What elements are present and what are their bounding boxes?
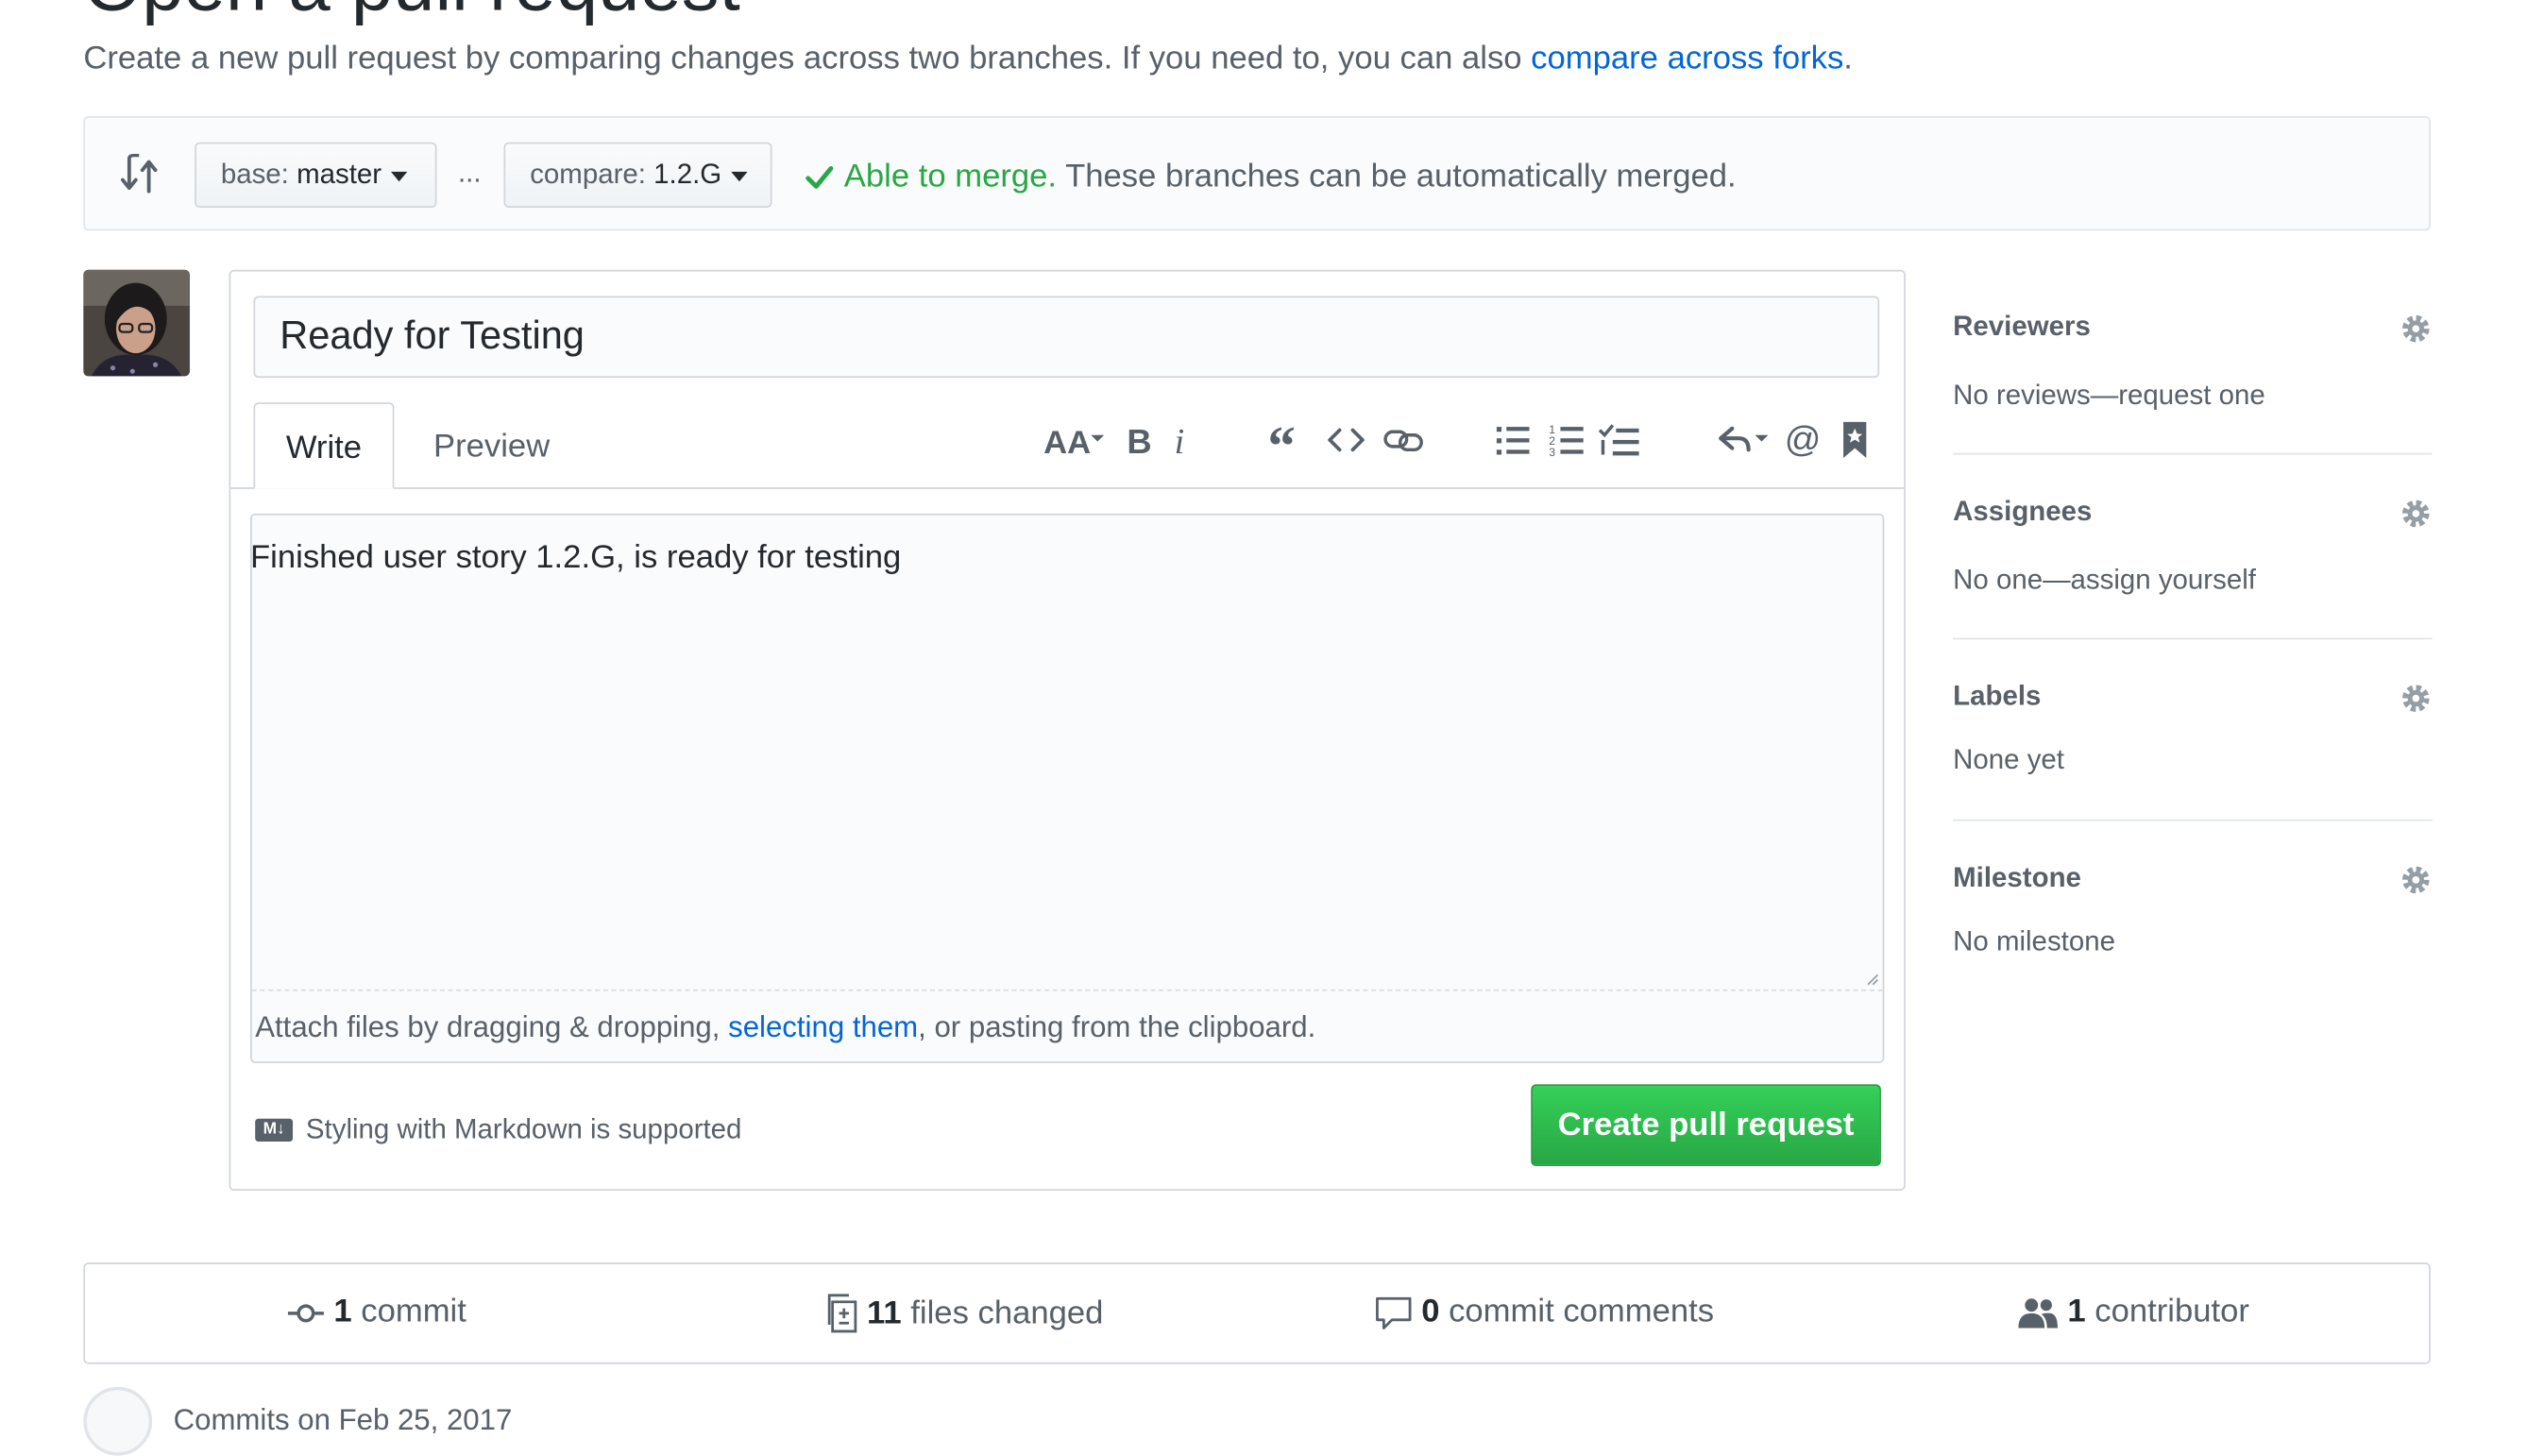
milestone-heading[interactable]: Milestone bbox=[1953, 862, 2081, 895]
files-label: files changed bbox=[910, 1294, 1104, 1331]
markdown-note: M↓ Styling with Markdown is supported bbox=[255, 1114, 741, 1147]
mention-icon[interactable]: @ bbox=[1785, 418, 1821, 461]
pull-request-form: Ready for Testing Write Preview AA B i “… bbox=[229, 269, 1906, 1191]
people-icon bbox=[2018, 1297, 2058, 1328]
gear-icon[interactable] bbox=[2400, 313, 2433, 346]
bold-icon[interactable]: B bbox=[1126, 418, 1155, 461]
sidebar-reviewers: Reviewers No reviews—request one bbox=[1953, 270, 2433, 455]
commits-tab[interactable]: 1 commit bbox=[287, 1294, 466, 1331]
svg-text:i: i bbox=[1175, 422, 1185, 458]
commit-timeline-icon bbox=[83, 1386, 153, 1456]
page-title: Open a pull request bbox=[83, 0, 739, 22]
select-files-link[interactable]: selecting them bbox=[728, 1010, 918, 1043]
subtitle-text: Create a new pull request by comparing c… bbox=[83, 41, 1532, 77]
base-branch-name: master bbox=[297, 159, 382, 190]
comments-label: commit comments bbox=[1449, 1294, 1715, 1330]
tab-preview[interactable]: Preview bbox=[433, 402, 550, 489]
contributors-label: contributor bbox=[2095, 1294, 2249, 1330]
body-textarea[interactable] bbox=[250, 513, 1885, 1063]
range-separator: ... bbox=[457, 157, 482, 189]
files-changed-tab[interactable]: 11 files changed bbox=[827, 1294, 1103, 1333]
subtitle-period: . bbox=[1843, 41, 1853, 77]
compare-branch-name: 1.2.G bbox=[653, 159, 722, 190]
gear-icon[interactable] bbox=[2400, 682, 2433, 715]
check-icon bbox=[806, 165, 834, 189]
merge-status-message: These branches can be automatically merg… bbox=[1057, 159, 1737, 195]
svg-text:“: “ bbox=[1267, 422, 1295, 458]
labels-value: None yet bbox=[1953, 744, 2064, 776]
gear-icon[interactable] bbox=[2400, 498, 2433, 531]
commit-icon bbox=[287, 1303, 324, 1322]
labels-heading[interactable]: Labels bbox=[1953, 681, 2041, 714]
quote-icon[interactable]: “ bbox=[1267, 418, 1307, 461]
svg-text:3: 3 bbox=[1549, 446, 1555, 458]
assignees-value: No one—assign yourself bbox=[1953, 564, 2256, 596]
markdown-help-link[interactable]: Styling with Markdown is supported bbox=[306, 1114, 742, 1147]
sidebar-assignees: Assignees No one—assign yourself bbox=[1953, 455, 2433, 640]
merge-status: Able to merge. These branches can be aut… bbox=[805, 156, 1737, 198]
file-diff-icon bbox=[827, 1294, 857, 1333]
comparison-stats: 1 commit 11 files changed 0 commit comme… bbox=[83, 1262, 2431, 1364]
code-icon[interactable] bbox=[1327, 418, 1366, 461]
milestone-value: No milestone bbox=[1953, 925, 2115, 957]
comments-count: 0 bbox=[1421, 1294, 1440, 1330]
avatar bbox=[83, 269, 190, 377]
base-branch-selector[interactable]: base: master bbox=[195, 142, 437, 208]
page-subtitle: Create a new pull request by comparing c… bbox=[83, 36, 1853, 81]
sidebar-milestone: Milestone No milestone bbox=[1953, 821, 2433, 1005]
comment-icon bbox=[1376, 1296, 1412, 1329]
resize-handle-icon[interactable] bbox=[1866, 973, 1879, 987]
commits-label: commit bbox=[361, 1294, 466, 1330]
svg-text:B: B bbox=[1127, 422, 1151, 458]
title-input[interactable]: Ready for Testing bbox=[253, 296, 1880, 379]
commits-count: 1 bbox=[333, 1294, 352, 1330]
merge-status-label: Able to merge. bbox=[843, 159, 1058, 195]
commit-comments-tab[interactable]: 0 commit comments bbox=[1376, 1294, 1714, 1331]
markdown-icon: M↓ bbox=[255, 1118, 294, 1143]
contributors-count: 1 bbox=[2067, 1294, 2086, 1330]
sidebar: Reviewers No reviews—request one Assigne… bbox=[1953, 270, 2433, 1005]
reviewers-value: No reviews—request one bbox=[1953, 379, 2265, 411]
branch-range-bar: base: master ... compare: 1.2.G Able to … bbox=[83, 115, 2431, 231]
contributors-tab[interactable]: 1 contributor bbox=[2018, 1294, 2249, 1331]
ordered-list-icon[interactable]: 123 bbox=[1549, 418, 1585, 461]
attach-files-hint: Attach files by dragging & dropping, sel… bbox=[255, 1010, 1316, 1044]
files-count: 11 bbox=[867, 1294, 902, 1331]
reply-icon[interactable] bbox=[1716, 418, 1772, 461]
saved-reply-icon[interactable] bbox=[1840, 418, 1870, 461]
task-list-icon[interactable] bbox=[1598, 418, 1640, 461]
tab-write[interactable]: Write bbox=[253, 402, 395, 489]
create-pull-request-button[interactable]: Create pull request bbox=[1531, 1084, 1881, 1166]
compare-across-forks-link[interactable]: compare across forks bbox=[1531, 41, 1843, 76]
compare-branch-selector[interactable]: compare: 1.2.G bbox=[503, 142, 772, 208]
header-text-icon[interactable]: AA bbox=[1043, 418, 1112, 461]
unordered-list-icon[interactable] bbox=[1495, 418, 1531, 461]
link-icon[interactable] bbox=[1382, 418, 1425, 461]
chevron-down-icon bbox=[391, 171, 408, 181]
svg-text:AA: AA bbox=[1043, 425, 1091, 458]
gear-icon[interactable] bbox=[2400, 864, 2433, 897]
sidebar-labels: Labels None yet bbox=[1953, 639, 2433, 821]
git-compare-icon bbox=[121, 153, 158, 194]
attach-divider bbox=[251, 989, 1883, 991]
chevron-down-icon bbox=[731, 171, 748, 181]
assignees-heading[interactable]: Assignees bbox=[1953, 496, 2092, 529]
svg-text:@: @ bbox=[1785, 422, 1821, 458]
italic-icon[interactable]: i bbox=[1171, 418, 1194, 461]
reviewers-heading[interactable]: Reviewers bbox=[1953, 311, 2091, 344]
commits-date-heading: Commits on Feb 25, 2017 bbox=[173, 1403, 513, 1436]
body-text: Finished user story 1.2.G, is ready for … bbox=[250, 539, 902, 576]
